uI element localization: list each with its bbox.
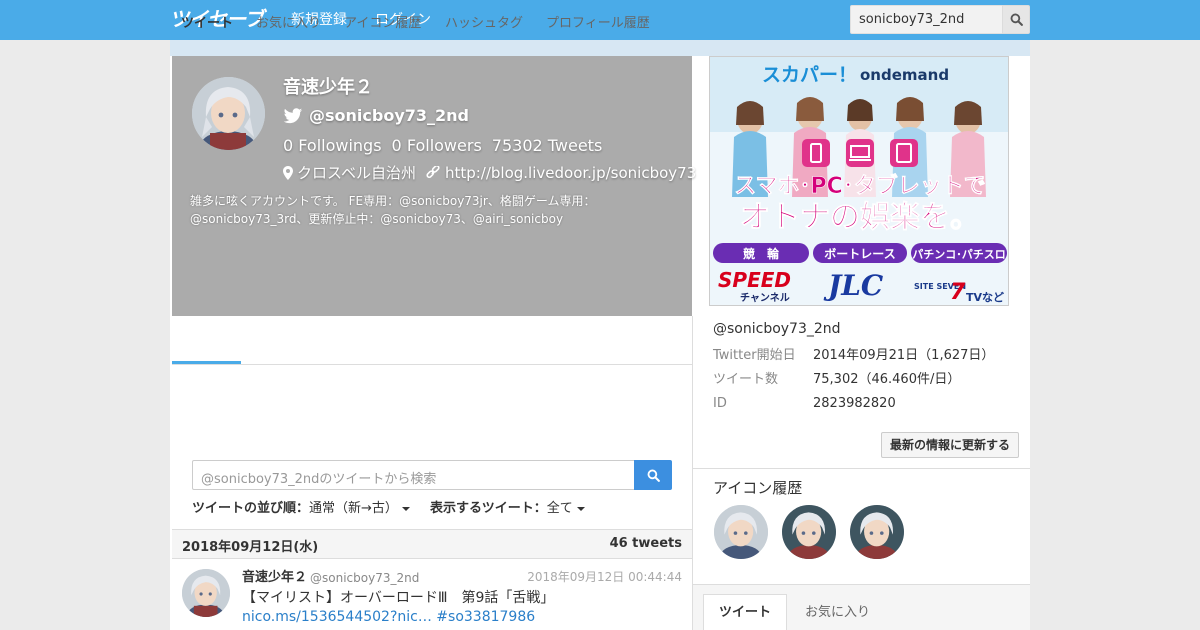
right-tab-favorites[interactable]: お気に入り [805,604,870,622]
date-label: 2018年09月12日(水) [182,540,319,555]
top-strip [170,40,1030,56]
tweet-link[interactable]: nico.ms/1536544502?nic… [242,609,432,625]
ad-brand-speed: SPEED [718,268,791,292]
search-button[interactable] [1002,5,1030,34]
tweet-timestamp[interactable]: 2018年09月12日 00:44:44 [527,569,682,586]
profile-name: 音速少年２ [283,77,373,98]
ad-logo: スカパー！ [762,64,857,86]
user-handle: @sonicboy73_2nd [713,321,841,337]
icon-history-avatar[interactable] [714,505,768,559]
profile-handle[interactable]: @sonicboy73_2nd [309,106,469,126]
icon-history-avatar[interactable] [850,505,904,559]
ad-brand-suffix: など [982,291,1004,304]
profile-meta: クロスベル自治州 http://blog.livedoor.jp/sonicbo… [283,163,696,183]
info-row-start-date: Twitter開始日 2014年09月21日（1,627日） [713,348,995,363]
info-row-id: ID 2823982820 [713,396,896,411]
ad-banner[interactable]: スカパー！ ondemand スマホ･PC･タブレットで オトナの娯楽を。 競 … [709,56,1009,306]
sort-order-dropdown[interactable]: ツイートの並び順：通常（新→古） [192,500,410,518]
icon-history-title: アイコン履歴 [713,479,803,497]
profile-url[interactable]: http://blog.livedoor.jp/sonicboy73 [445,163,696,183]
ad-device-icons [802,139,918,167]
profile-bio: 雑多に呟くアカウントです。 FE専用：@sonicboy73jr、格闘ゲーム専用… [190,194,596,226]
ad-category-boatrace: ボートレース [824,246,895,261]
divider [693,468,1030,469]
tab-hashtags[interactable]: ハッシュタグ [445,15,523,33]
tweet-author-handle[interactable]: @sonicboy73_2nd [310,570,419,587]
svg-text:7: 7 [950,280,966,305]
followers-stat[interactable]: 0 Followers [392,136,482,156]
ad-category-keirin: 競 輪 [743,246,780,261]
info-row-tweet-count: ツイート数 75,302（46.460件/日） [713,372,961,387]
ad-brand-jlc: JLC [823,269,884,302]
tweet-search-button[interactable] [634,460,672,490]
ad-category-pachinko: パチンコ･パチスロ [912,248,1006,261]
profile-location: クロスベル自治州 [297,164,416,182]
date-header: 2018年09月12日(水) 46 tweets [172,529,692,559]
profile-stats: 0 Followings 0 Followers 75302 Tweets [283,136,602,156]
tab-icon-history[interactable]: アイコン履歴 [344,15,421,33]
refresh-info-button[interactable]: 最新の情報に更新する [881,432,1019,458]
tab-profile-history[interactable]: プロフィール履歴 [546,15,650,33]
active-tab-indicator [172,361,241,364]
tab-favorites[interactable]: お気に入り [256,15,321,33]
search-icon [1010,13,1023,26]
twitter-bird-icon [283,107,303,123]
ad-brand-speed-sub: チャンネル [740,292,790,304]
right-tab-tweets[interactable]: ツイート [703,594,787,630]
tweet-author-name[interactable]: 音速少年２ [242,569,307,586]
caret-down-icon [576,506,585,511]
tweet-search-input[interactable]: @sonicboy73_2ndのツイートから検索 [192,460,635,490]
tweet-text: 【マイリスト】オーバーロードⅢ 第9話「舌戦」 nico.ms/15365445… [242,590,555,625]
tweet-hashtag[interactable]: #so33817986 [436,609,535,625]
tab-tweets[interactable]: ツイート [181,15,233,33]
tweet-avatar[interactable] [182,569,230,617]
map-marker-icon [283,166,293,180]
ad-brand-tv: TV [966,291,983,304]
profile-tabs [172,316,692,365]
tweets-stat[interactable]: 75302 Tweets [492,136,603,156]
ad-headline-2: オトナの娯楽を。 [740,200,980,235]
link-icon [426,166,440,179]
profile-handle-row: @sonicboy73_2nd [283,106,469,126]
caret-down-icon [401,506,410,511]
search-input[interactable]: sonicboy73_2nd [850,5,1002,34]
avatar [192,77,265,150]
icon-history-avatar[interactable] [782,505,836,559]
search-icon [647,469,660,482]
tweet-count: 46 tweets [609,536,682,551]
column-divider [692,316,693,630]
display-filter-dropdown[interactable]: 表示するツイート：全て [430,500,585,518]
ad-logo-sub: ondemand [860,66,949,84]
followings-stat[interactable]: 0 Followings [283,136,382,156]
ad-headline-1: スマホ･PC･タブレットで [734,173,986,199]
